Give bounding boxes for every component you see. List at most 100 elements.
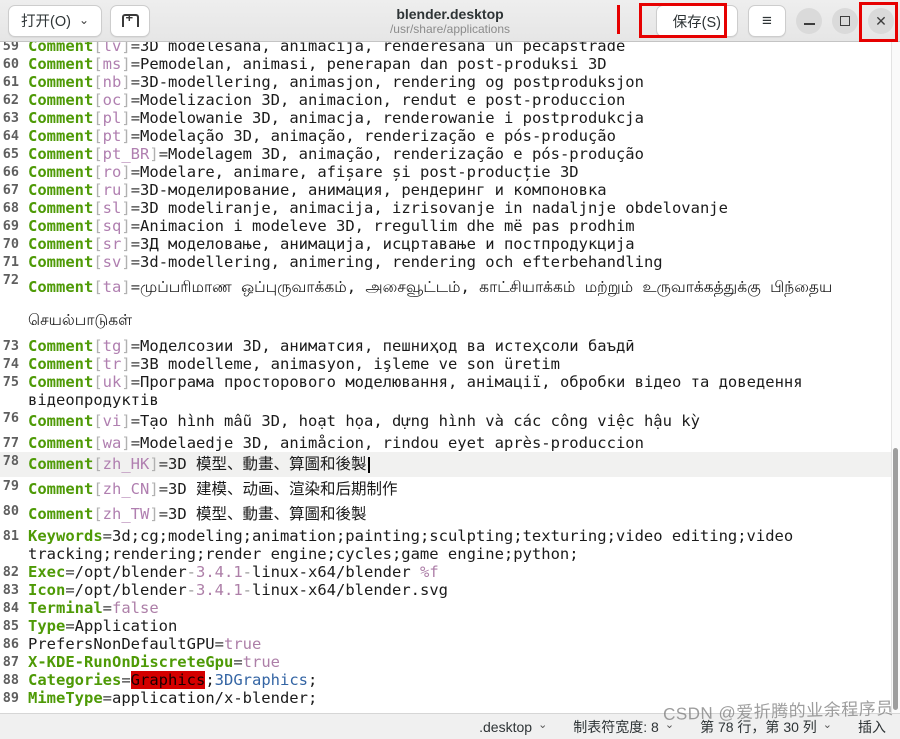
- editor-line[interactable]: 81 Keywords=3d;cg;modeling;animation;pain…: [0, 527, 900, 563]
- vertical-scrollbar[interactable]: [891, 42, 900, 713]
- editor-line[interactable]: 78 Comment[zh_HK]=3D 模型、動畫、算圖和後製: [0, 452, 900, 477]
- line-number: 71: [2, 254, 19, 270]
- line-number: 82: [2, 564, 19, 580]
- line-content: Comment[oc]=Modelizacion 3D, animacion, …: [28, 91, 626, 109]
- line-content: Comment[pt_BR]=Modelagem 3D, animação, r…: [28, 145, 644, 163]
- line-content: Comment[tr]=3B modelleme, animasyon, işl…: [28, 355, 560, 373]
- text-cursor: [367, 457, 370, 473]
- line-number: 72: [2, 272, 19, 288]
- line-content: Comment[nb]=3D-modellering, animasjon, r…: [28, 73, 644, 91]
- line-number: 68: [2, 200, 19, 216]
- line-number: 77: [2, 435, 19, 451]
- tab-width-selector[interactable]: 制表符宽度: 8 ⌄: [573, 717, 674, 737]
- line-content: Comment[sv]=3d-modellering, animering, r…: [28, 253, 663, 271]
- maximize-button[interactable]: [832, 8, 858, 34]
- editor-line[interactable]: 61 Comment[nb]=3D-modellering, animasjon,…: [0, 73, 900, 91]
- line-content: MimeType=application/x-blender;: [28, 689, 318, 707]
- editor-line[interactable]: 59 Comment[lv]=3D modelēšana, animācija, …: [0, 42, 900, 55]
- line-number: 62: [2, 92, 19, 108]
- line-number: 84: [2, 600, 19, 616]
- editor-line[interactable]: 85 Type=Application: [0, 617, 900, 635]
- close-button[interactable]: ✕: [868, 8, 894, 34]
- editor-line[interactable]: 66 Comment[ro]=Modelare, animare, afișare…: [0, 163, 900, 181]
- line-content: Comment[pt]=Modelação 3D, animação, rend…: [28, 127, 616, 145]
- editor-line[interactable]: 72 Comment[ta]=முப்பரிமாண ஒப்புருவாக்கம்,…: [0, 271, 900, 337]
- line-content: X-KDE-RunOnDiscreteGpu=true: [28, 653, 280, 671]
- editor-line[interactable]: 67 Comment[ru]=3D-моделирование, анимация…: [0, 181, 900, 199]
- save-button-label: 保存(S): [672, 14, 721, 31]
- editor-line[interactable]: 62 Comment[oc]=Modelizacion 3D, animacion…: [0, 91, 900, 109]
- line-content: Categories=Graphics;3DGraphics;: [28, 671, 318, 689]
- insert-mode-label: 插入: [858, 718, 886, 735]
- line-number: 89: [2, 690, 19, 706]
- editor-line[interactable]: 79 Comment[zh_CN]=3D 建模、动画、渲染和后期制作: [0, 477, 900, 502]
- line-number: 70: [2, 236, 19, 252]
- hamburger-menu-icon: ≡: [762, 11, 772, 30]
- cursor-position-selector[interactable]: 第 78 行，第 30 列 ⌄: [700, 717, 832, 737]
- line-content: Comment[wa]=Modelaedje 3D, animåcion, ri…: [28, 434, 644, 452]
- editor-line[interactable]: 68 Comment[sl]=3D modeliranje, animacija,…: [0, 199, 900, 217]
- editor-line[interactable]: 77 Comment[wa]=Modelaedje 3D, animåcion, …: [0, 434, 900, 452]
- editor-line[interactable]: 69 Comment[sq]=Animacion i modeleve 3D, r…: [0, 217, 900, 235]
- save-button[interactable]: 保存(S): [655, 5, 738, 37]
- line-number: 78: [2, 453, 19, 469]
- editor-line[interactable]: 89 MimeType=application/x-blender;: [0, 689, 900, 707]
- editor-line[interactable]: 73 Comment[tg]=Моделсозии 3D, аниматсия, …: [0, 337, 900, 355]
- chevron-down-icon: ⌄: [664, 719, 675, 731]
- editor-line[interactable]: 71 Comment[sv]=3d-modellering, animering,…: [0, 253, 900, 271]
- line-number: 69: [2, 218, 19, 234]
- line-content: Comment[sl]=3D modeliranje, animacija, i…: [28, 199, 728, 217]
- header-actions: 保存(S) ≡ ✕: [655, 0, 894, 42]
- line-number: 59: [2, 42, 19, 54]
- line-number: 73: [2, 338, 19, 354]
- line-number: 65: [2, 146, 19, 162]
- text-editor-window: 打开(O) ⌄ + blender.desktop /usr/share/app…: [0, 0, 900, 739]
- line-number: 88: [2, 672, 19, 688]
- editor-line[interactable]: 84 Terminal=false: [0, 599, 900, 617]
- line-number: 66: [2, 164, 19, 180]
- close-icon: ✕: [875, 13, 887, 29]
- insert-mode-toggle[interactable]: 插入: [858, 717, 886, 737]
- editor-line[interactable]: 87 X-KDE-RunOnDiscreteGpu=true: [0, 653, 900, 671]
- editor-line[interactable]: 65 Comment[pt_BR]=Modelagem 3D, animação,…: [0, 145, 900, 163]
- open-button[interactable]: 打开(O) ⌄: [8, 4, 102, 37]
- editor-area[interactable]: 59 Comment[lv]=3D modelēšana, animācija, …: [0, 42, 900, 713]
- editor-line[interactable]: 76 Comment[vi]=Tạo hình mẫu 3D, hoạt họa,…: [0, 409, 900, 434]
- open-button-label: 打开(O): [21, 14, 71, 30]
- maximize-icon: [840, 16, 850, 26]
- editor-line[interactable]: 64 Comment[pt]=Modelação 3D, animação, re…: [0, 127, 900, 145]
- editor-line[interactable]: 74 Comment[tr]=3B modelleme, animasyon, i…: [0, 355, 900, 373]
- file-type-selector[interactable]: .desktop ⌄: [479, 719, 547, 735]
- minimize-icon: [803, 23, 815, 25]
- line-number: 79: [2, 478, 19, 494]
- new-tab-button[interactable]: +: [110, 4, 150, 37]
- line-content: Comment[zh_CN]=3D 建模、动画、渲染和后期制作: [28, 480, 398, 498]
- window-subtitle: /usr/share/applications: [389, 22, 511, 36]
- line-number: 83: [2, 582, 19, 598]
- line-number: 64: [2, 128, 19, 144]
- line-number: 80: [2, 503, 19, 519]
- minimize-button[interactable]: [796, 8, 822, 34]
- editor-line[interactable]: 88 Categories=Graphics;3DGraphics;: [0, 671, 900, 689]
- editor-line[interactable]: 70 Comment[sr]=3Д моделовање, анимација, …: [0, 235, 900, 253]
- line-content: Comment[ru]=3D-моделирование, анимация, …: [28, 181, 607, 199]
- line-content: Comment[lv]=3D modelēšana, animācija, re…: [28, 42, 626, 55]
- header-bar: 打开(O) ⌄ + blender.desktop /usr/share/app…: [0, 0, 900, 42]
- editor-line[interactable]: 63 Comment[pl]=Modelowanie 3D, animacja, …: [0, 109, 900, 127]
- line-number: 76: [2, 410, 19, 426]
- line-content: Terminal=false: [28, 599, 159, 617]
- editor-line[interactable]: 86 PrefersNonDefaultGPU=true: [0, 635, 900, 653]
- line-number: 85: [2, 618, 19, 634]
- scrollbar-thumb[interactable]: [893, 448, 898, 710]
- menu-button[interactable]: ≡: [748, 5, 786, 37]
- editor-line[interactable]: 75 Comment[uk]=Програма просторового моде…: [0, 373, 900, 409]
- line-number: 63: [2, 110, 19, 126]
- editor-line[interactable]: 80 Comment[zh_TW]=3D 模型、動畫、算圖和後製: [0, 502, 900, 527]
- file-type-label: .desktop: [479, 718, 533, 735]
- editor-line[interactable]: 60 Comment[ms]=Pemodelan, animasi, penera…: [0, 55, 900, 73]
- line-content: Icon=/opt/blender-3.4.1-linux-x64/blende…: [28, 581, 448, 599]
- line-number: 81: [2, 528, 19, 544]
- editor-line[interactable]: 82 Exec=/opt/blender-3.4.1-linux-x64/blen…: [0, 563, 900, 581]
- line-content: Comment[tg]=Моделсозии 3D, аниматсия, пе…: [28, 337, 635, 355]
- editor-line[interactable]: 83 Icon=/opt/blender-3.4.1-linux-x64/blen…: [0, 581, 900, 599]
